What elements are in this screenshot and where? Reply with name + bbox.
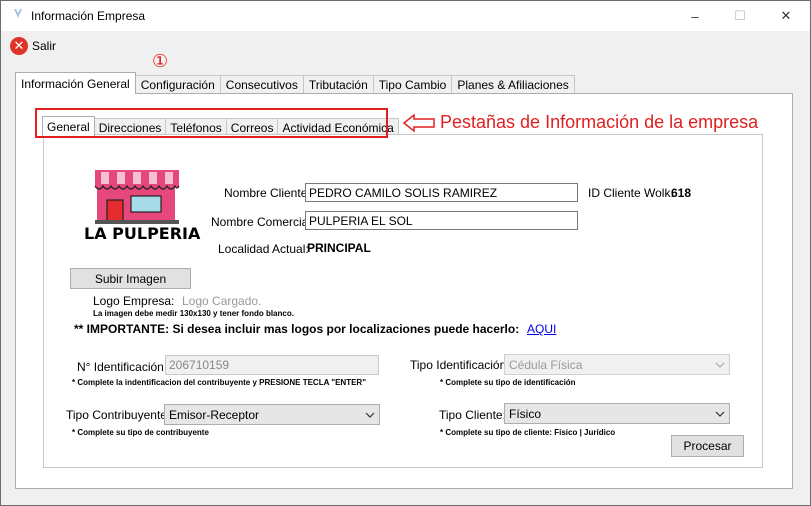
tipo-cliente-label: Tipo Cliente: [439, 408, 506, 422]
window-title: Información Empresa [31, 9, 146, 23]
tipo-identificacion-note: * Complete su tipo de identificación [440, 378, 576, 387]
chevron-down-icon [715, 411, 725, 417]
maximize-button[interactable]: ☐ [717, 1, 763, 31]
aqui-link[interactable]: AQUI [527, 322, 556, 336]
annotation-arrow-icon [402, 113, 435, 133]
localidad-value: PRINCIPAL [307, 241, 371, 255]
tab-configuracion[interactable]: Configuración [134, 75, 221, 94]
tab-tipo-cambio[interactable]: Tipo Cambio [372, 75, 453, 94]
nombre-cliente-field[interactable]: PEDRO CAMILO SOLIS RAMIREZ [305, 183, 578, 202]
logo-size-note: La imagen debe medir 130x130 y tener fon… [93, 309, 294, 318]
tab-consecutivos[interactable]: Consecutivos [219, 75, 304, 94]
chevron-down-icon [715, 362, 725, 368]
tipo-contribuyente-label: Tipo Contribuyente: [66, 408, 171, 422]
logo-empresa-label: Logo Empresa: [93, 294, 175, 308]
step-marker: ① [152, 51, 169, 71]
store-logo-text: LA PULPERIA [84, 224, 201, 243]
close-circle-icon: ✕ [10, 37, 28, 55]
salir-button[interactable]: ✕ Salir [10, 36, 56, 56]
identificacion-note: * Complete la indentificacion del contri… [72, 378, 366, 387]
tipo-cliente-select[interactable]: Físico [504, 403, 730, 424]
app-icon [14, 9, 22, 18]
tab-tributacion[interactable]: Tributación [302, 75, 374, 94]
main-tab-strip: Información General Configuración Consec… [15, 72, 575, 94]
tipo-cliente-value: Físico [509, 406, 542, 421]
importante-text: ** IMPORTANTE: Si desea incluir mas logo… [74, 322, 520, 336]
id-cliente-value: 618 [671, 186, 692, 200]
nombre-comercial-label: Nombre Comercial: [211, 215, 315, 229]
salir-label: Salir [32, 39, 57, 53]
identificacion-label: N° Identificación: [77, 360, 168, 374]
tipo-cliente-note: * Complete su tipo de cliente: Físico | … [440, 428, 616, 437]
tipo-identificacion-select[interactable]: Cédula Física [504, 354, 730, 375]
subir-imagen-button[interactable]: Subir Imagen [70, 268, 191, 289]
tipo-identificacion-label: Tipo Identificación: [410, 358, 510, 372]
tab-general[interactable]: General [42, 116, 95, 136]
minimize-button[interactable]: – [672, 1, 718, 31]
close-button[interactable]: ✕ [763, 1, 809, 31]
minimize-icon: – [691, 8, 699, 24]
tipo-contribuyente-value: Emisor-Receptor [169, 407, 260, 422]
store-logo-image [94, 170, 180, 224]
logo-empresa-status: Logo Cargado. [182, 294, 262, 308]
tipo-contribuyente-note: * Complete su tipo de contribuyente [72, 428, 209, 437]
nombre-cliente-label: Nombre Cliente: [224, 186, 311, 200]
procesar-button[interactable]: Procesar [671, 435, 744, 457]
identificacion-field[interactable]: 206710159 [165, 355, 379, 375]
chevron-down-icon [365, 412, 375, 418]
annotation-callout: Pestañas de Información de la empresa [440, 112, 759, 132]
tipo-contribuyente-select[interactable]: Emisor-Receptor [164, 404, 380, 425]
tab-informacion-general[interactable]: Información General [15, 72, 136, 94]
maximize-icon: ☐ [734, 8, 746, 23]
nombre-comercial-field[interactable]: PULPERIA EL SOL [305, 211, 578, 230]
tipo-identificacion-value: Cédula Física [509, 357, 583, 372]
id-cliente-label: ID Cliente Wolk: [588, 186, 674, 200]
tab-planes-afiliaciones[interactable]: Planes & Afiliaciones [451, 75, 575, 94]
close-icon: ✕ [780, 8, 792, 23]
localidad-label: Localidad Actual: [218, 242, 309, 256]
